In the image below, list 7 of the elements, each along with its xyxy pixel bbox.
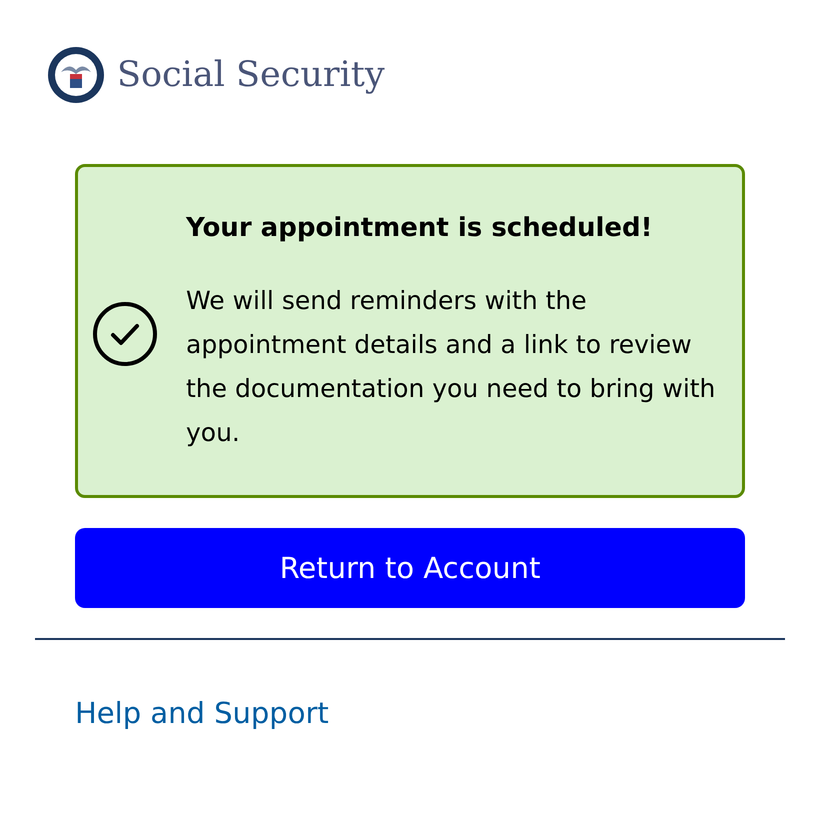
help-link[interactable]: Help and Support	[75, 696, 329, 730]
return-button[interactable]: Return to Account	[75, 528, 745, 608]
alert-message: We will send reminders with the appointment details and a link to review the documentation you need to bring with you.	[186, 285, 716, 449]
check-circle-icon	[92, 301, 158, 367]
alert-title: Your appointment is scheduled!	[186, 213, 654, 243]
brand-name: Social Security	[117, 55, 385, 95]
seal-icon	[47, 46, 105, 104]
